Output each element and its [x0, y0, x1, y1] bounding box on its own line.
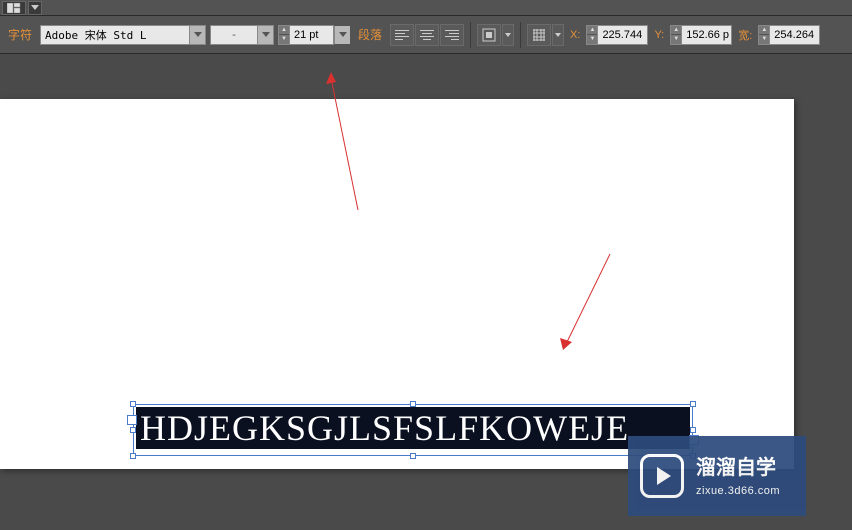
paragraph-panel-label[interactable]: 段落	[354, 26, 386, 43]
tab-dropdown-arrow-icon[interactable]	[28, 1, 42, 15]
x-coord-value[interactable]: 225.744	[598, 29, 647, 41]
spinner-down-icon[interactable]: ▼	[587, 35, 597, 44]
spinner-up-icon[interactable]: ▲	[671, 26, 681, 36]
font-family-value: Adobe 宋体 Std L	[41, 27, 189, 43]
align-center-button[interactable]	[415, 24, 439, 46]
spinner-down-icon[interactable]: ▼	[759, 35, 769, 44]
watermark-title: 溜溜自学	[696, 453, 780, 483]
resize-handle[interactable]	[690, 401, 696, 407]
width-value[interactable]: 254.264	[770, 29, 819, 41]
y-coord-spinner[interactable]: ▲ ▼ 152.66 p	[670, 25, 732, 45]
chevron-down-icon[interactable]	[189, 26, 205, 44]
text-options-bar: 字符 Adobe 宋体 Std L - ▲ ▼ 21 pt 段落	[0, 16, 852, 54]
resize-handle[interactable]	[130, 427, 136, 433]
font-style-dropdown[interactable]: -	[210, 25, 274, 45]
text-in-port[interactable]	[127, 415, 137, 425]
font-style-value: -	[211, 29, 257, 41]
play-icon	[640, 454, 684, 498]
fill-dropdown-arrow-icon[interactable]	[502, 24, 514, 46]
spinner-up-icon[interactable]: ▲	[587, 26, 597, 36]
watermark-url: zixue.3d66.com	[696, 483, 780, 500]
fill-frame-button[interactable]	[477, 24, 501, 46]
x-coord-spinner[interactable]: ▲ ▼ 225.744	[586, 25, 648, 45]
character-panel-label[interactable]: 字符	[4, 26, 36, 43]
document-tab-bar	[0, 0, 852, 16]
spinner-down-icon[interactable]: ▼	[671, 35, 681, 44]
selected-text-frame[interactable]: HDJEGKSGJLSFSLFKOWEJE	[133, 404, 693, 456]
resize-handle[interactable]	[410, 401, 416, 407]
y-coord-value[interactable]: 152.66 p	[682, 29, 731, 41]
spinner-down-icon[interactable]: ▼	[279, 35, 289, 44]
chevron-down-icon[interactable]	[334, 26, 350, 44]
separator	[520, 22, 521, 48]
width-spinner[interactable]: ▲ ▼ 254.264	[758, 25, 820, 45]
font-size-spinner[interactable]: ▲ ▼ 21 pt	[278, 25, 350, 45]
resize-handle[interactable]	[130, 453, 136, 459]
align-right-button[interactable]	[440, 24, 464, 46]
x-coord-label: X:	[568, 29, 582, 41]
align-left-button[interactable]	[390, 24, 414, 46]
font-family-dropdown[interactable]: Adobe 宋体 Std L	[40, 25, 206, 45]
separator	[470, 22, 471, 48]
arrange-documents-icon[interactable]	[2, 1, 26, 15]
resize-handle[interactable]	[410, 453, 416, 459]
y-coord-label: Y:	[652, 29, 666, 41]
canvas-area[interactable]: HDJEGKSGJLSFSLFKOWEJE 溜溜自学 zixue.3d66.co…	[0, 54, 852, 530]
font-size-value[interactable]: 21 pt	[290, 29, 333, 41]
spinner-up-icon[interactable]: ▲	[279, 26, 289, 36]
resize-handle[interactable]	[130, 401, 136, 407]
watermark-overlay: 溜溜自学 zixue.3d66.com	[628, 436, 806, 516]
columns-dropdown-arrow-icon[interactable]	[552, 24, 564, 46]
text-content[interactable]: HDJEGKSGJLSFSLFKOWEJE	[136, 407, 690, 449]
columns-button[interactable]	[527, 24, 551, 46]
chevron-down-icon[interactable]	[257, 26, 273, 44]
alignment-buttons	[390, 24, 464, 46]
width-label: 宽:	[736, 27, 754, 43]
resize-handle[interactable]	[690, 427, 696, 433]
spinner-up-icon[interactable]: ▲	[759, 26, 769, 36]
